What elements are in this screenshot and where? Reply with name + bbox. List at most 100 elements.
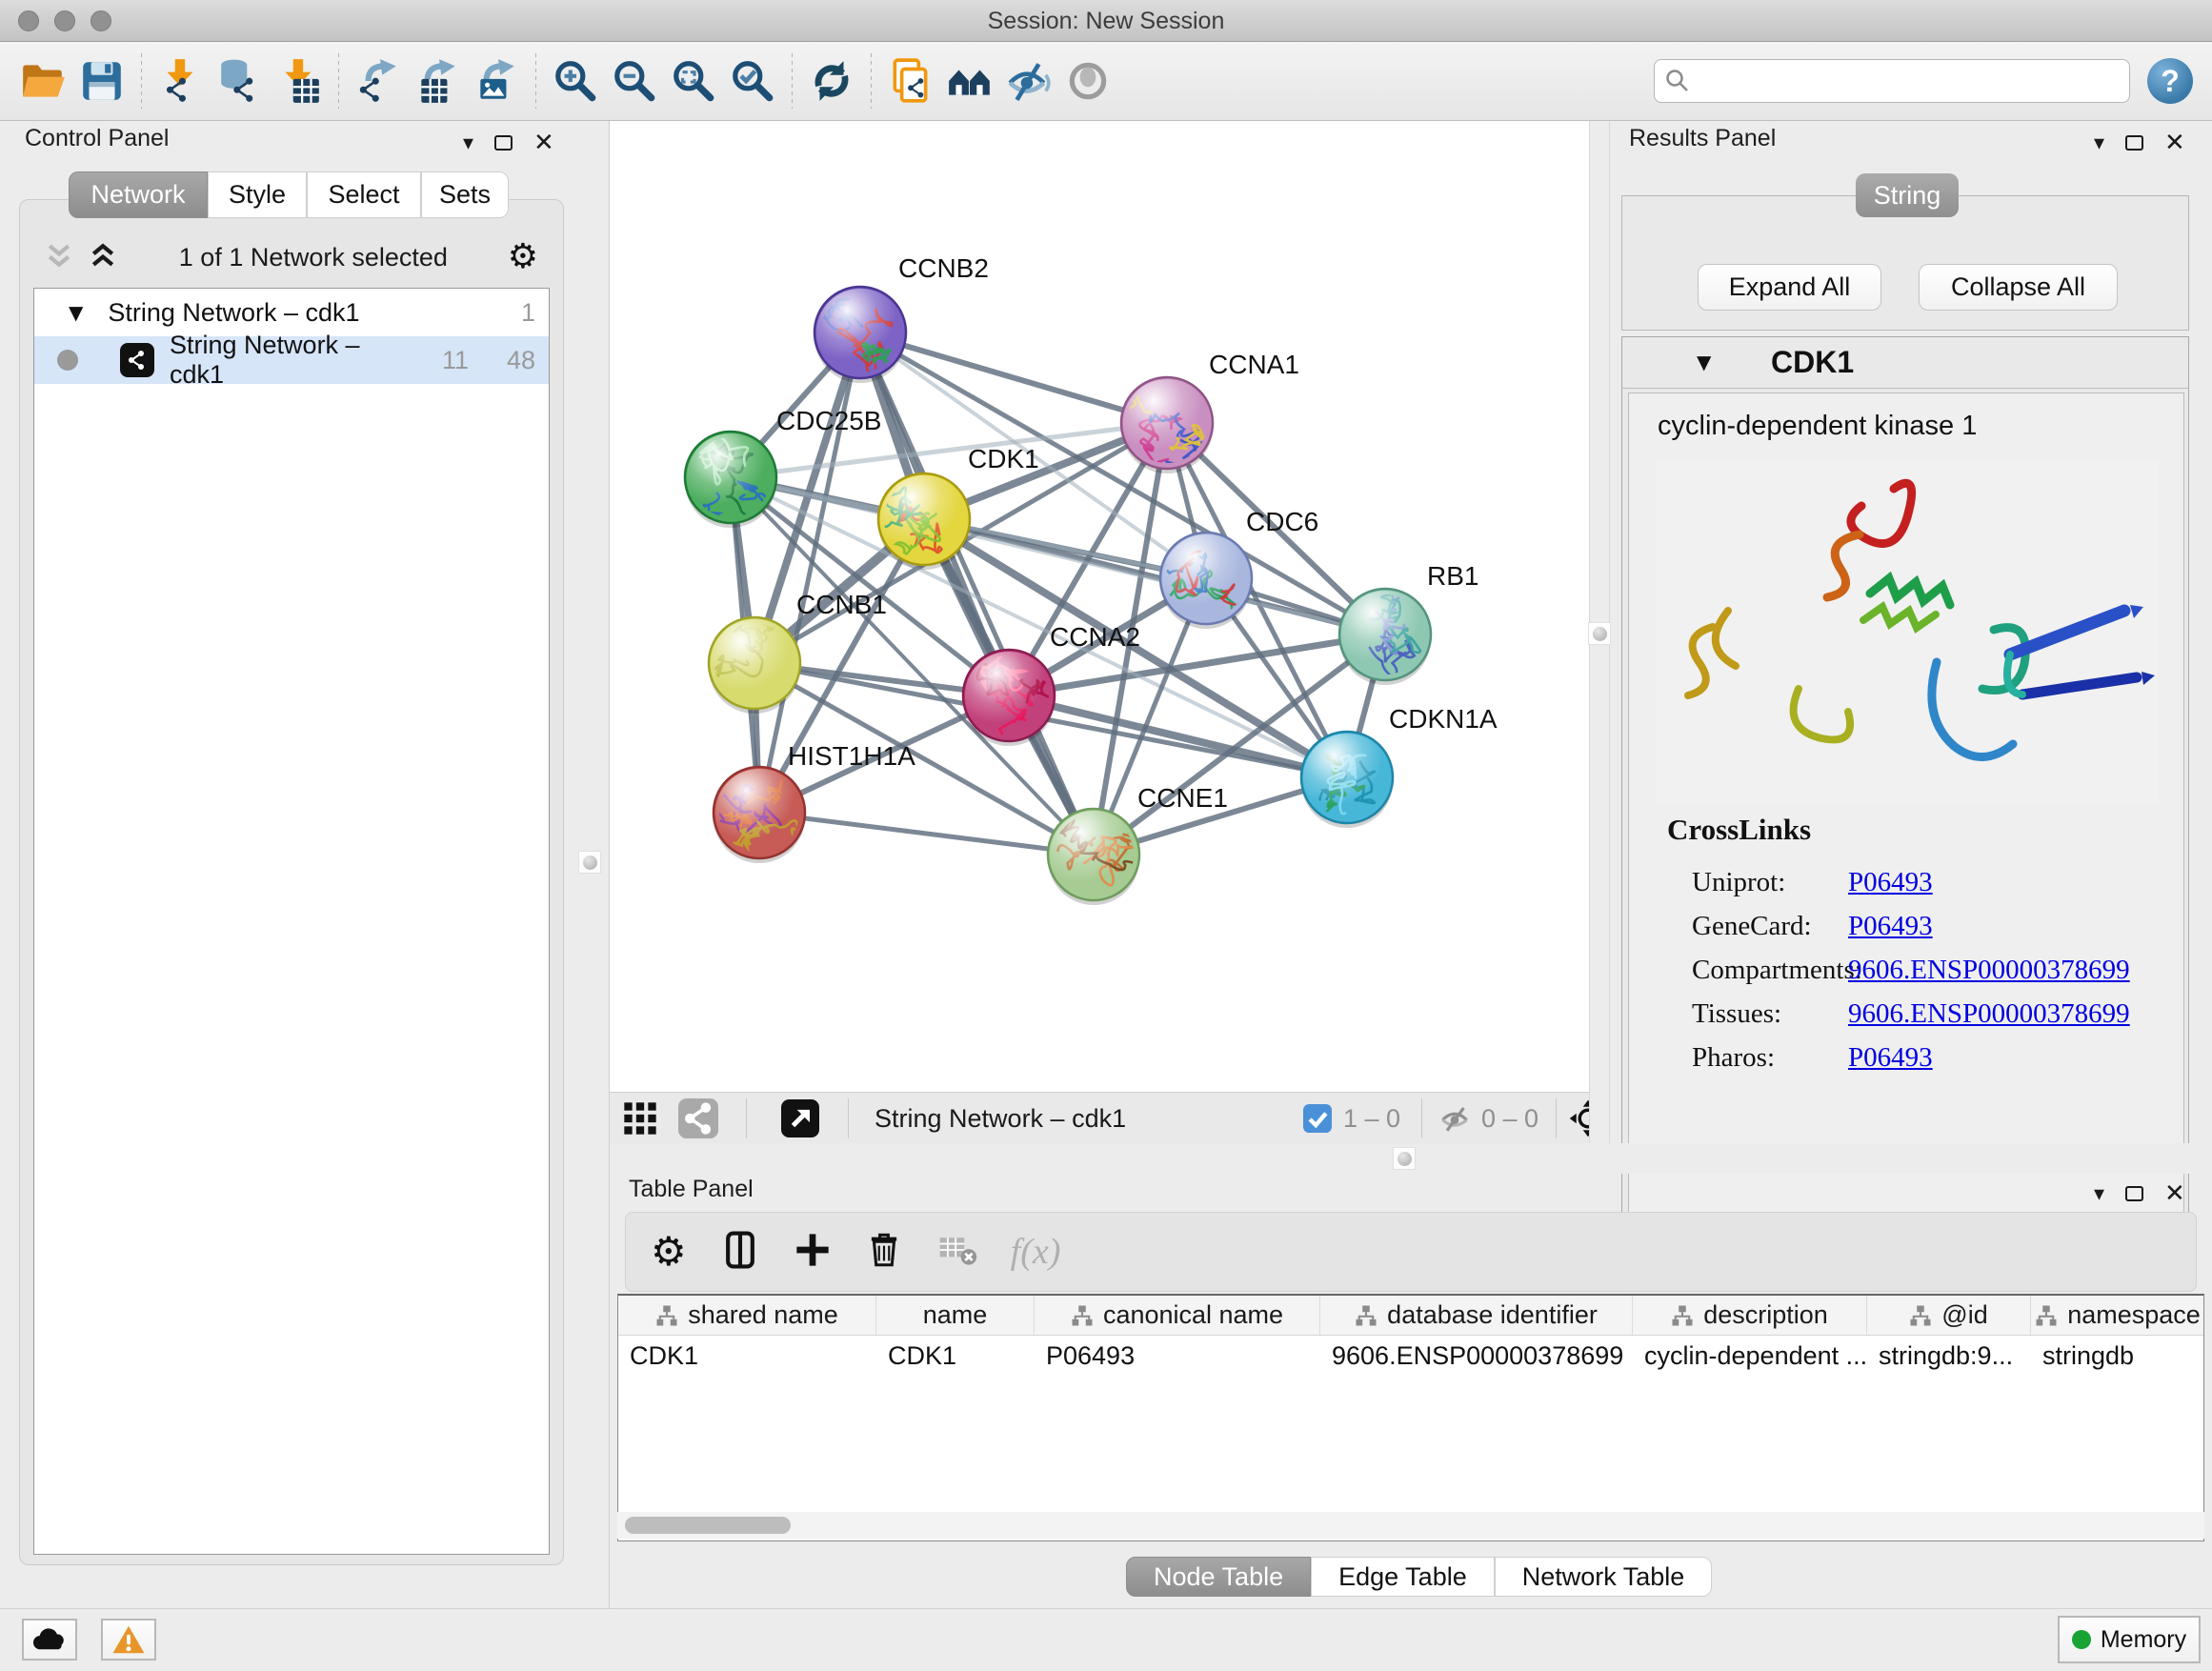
table-row[interactable]: CDK1CDK1P064939606.ENSP00000378699cyclin… — [618, 1336, 2203, 1378]
birdseye-view-icon[interactable] — [781, 1093, 819, 1144]
export-network-button[interactable] — [349, 51, 408, 111]
results-panel-menu-icon[interactable]: ▾ — [2094, 131, 2104, 155]
network-edge[interactable] — [860, 332, 1167, 423]
first-neighbors-button[interactable] — [940, 51, 999, 111]
left-splitter[interactable] — [572, 121, 610, 1608]
tab-network[interactable]: Network — [69, 171, 208, 218]
right-splitter[interactable] — [1589, 121, 1610, 1143]
network-node-ccnb1[interactable] — [709, 596, 800, 714]
tab-select[interactable]: Select — [307, 171, 421, 218]
left-splitter-handle[interactable] — [578, 851, 601, 874]
open-session-button[interactable] — [13, 51, 72, 111]
show-all-button[interactable] — [1058, 51, 1117, 111]
table-cell[interactable]: stringdb:9... — [1867, 1336, 2031, 1378]
zoom-selected-button[interactable] — [723, 51, 782, 111]
network-node-cdc6[interactable] — [1133, 533, 1260, 629]
help-button[interactable]: ? — [2147, 58, 2193, 104]
network-node-cdkn1a[interactable] — [1301, 732, 1393, 840]
collapse-all-tree-icon[interactable] — [43, 243, 75, 272]
node-table[interactable]: shared namenamecanonical namedatabase id… — [617, 1294, 2204, 1541]
table-cell[interactable]: CDK1 — [618, 1336, 876, 1378]
export-image-button[interactable] — [467, 51, 526, 111]
table-panel-close-icon[interactable]: ✕ — [2164, 1179, 2185, 1208]
expand-all-tree-icon[interactable] — [87, 243, 119, 272]
collection-expander-icon[interactable]: ▼ — [69, 301, 83, 324]
hide-selected-button[interactable] — [999, 51, 1058, 111]
tab-string[interactable]: String — [1856, 173, 1959, 217]
network-node-ccna2[interactable] — [963, 650, 1055, 746]
crosslink-link[interactable]: P06493 — [1848, 867, 1933, 898]
zoom-fit-button[interactable] — [664, 51, 723, 111]
tab-edge-table[interactable]: Edge Table — [1311, 1557, 1495, 1597]
network-graph[interactable]: CCNB2CCNA1CDC25BCDK1CDC6RB1CCNB1CCNA2CDK… — [610, 121, 1589, 1092]
control-panel-menu-icon[interactable]: ▾ — [463, 131, 473, 155]
crosslink-link[interactable]: P06493 — [1848, 1042, 1933, 1074]
crosslink-link[interactable]: 9606.ENSP00000378699 — [1848, 955, 2130, 986]
expand-all-button[interactable]: Expand All — [1698, 264, 1881, 311]
network-node-cdc25b[interactable] — [685, 432, 776, 538]
export-table-button[interactable] — [408, 51, 467, 111]
tab-network-table[interactable]: Network Table — [1495, 1557, 1713, 1597]
import-table-from-file-button[interactable] — [270, 51, 329, 111]
new-network-from-selection-button[interactable] — [881, 51, 940, 111]
column-header--id[interactable]: @id — [1867, 1296, 2031, 1335]
tab-style[interactable]: Style — [208, 171, 307, 218]
network-node-ccna1[interactable] — [1113, 377, 1213, 478]
control-panel-float-icon[interactable] — [494, 135, 513, 151]
table-cell[interactable]: stringdb — [2031, 1336, 2204, 1378]
results-panel-close-icon[interactable]: ✕ — [2164, 129, 2185, 157]
table-options-gear-icon[interactable]: ⚙ — [651, 1232, 687, 1272]
column-header-namespace[interactable]: namespace — [2031, 1296, 2204, 1335]
table-cell[interactable]: cyclin-dependent ... — [1633, 1336, 1867, 1378]
table-cell[interactable]: CDK1 — [876, 1336, 1035, 1378]
zoom-out-button[interactable] — [605, 51, 664, 111]
save-session-button[interactable] — [72, 51, 131, 111]
network-row[interactable]: String Network – cdk1 11 48 — [34, 336, 549, 384]
network-node-ccnb2[interactable] — [814, 287, 906, 383]
column-header-shared-name[interactable]: shared name — [618, 1296, 876, 1335]
right-splitter-handle[interactable] — [1588, 622, 1611, 645]
crosslink-link[interactable]: P06493 — [1848, 911, 1933, 942]
show-columns-icon[interactable] — [719, 1229, 761, 1276]
tab-node-table[interactable]: Node Table — [1126, 1557, 1311, 1597]
column-header-name[interactable]: name — [876, 1296, 1035, 1335]
horizontal-splitter[interactable] — [610, 1143, 2212, 1174]
memory-button[interactable]: Memory — [2058, 1616, 2201, 1663]
gene-card-header[interactable]: ▼ CDK1 — [1622, 337, 2188, 389]
column-header-database-identifier[interactable]: database identifier — [1320, 1296, 1633, 1335]
gene-expander-icon[interactable]: ▼ — [1697, 351, 1711, 373]
table-cell[interactable]: P06493 — [1035, 1336, 1320, 1378]
network-options-gear-icon[interactable]: ⚙ — [508, 240, 538, 274]
zoom-in-button[interactable] — [546, 51, 605, 111]
column-header-canonical-name[interactable]: canonical name — [1035, 1296, 1320, 1335]
network-edge[interactable] — [759, 813, 1094, 855]
grid-mode-icon[interactable] — [621, 1093, 659, 1144]
refresh-button[interactable] — [802, 51, 861, 111]
delete-column-trash-icon[interactable] — [864, 1230, 904, 1275]
network-edge[interactable] — [860, 332, 1094, 855]
network-canvas[interactable]: CCNB2CCNA1CDC25BCDK1CDC6RB1CCNB1CCNA2CDK… — [610, 121, 1589, 1092]
column-header-description[interactable]: description — [1633, 1296, 1867, 1335]
search-input[interactable] — [1691, 62, 2120, 100]
table-panel-float-icon[interactable] — [2125, 1186, 2143, 1201]
network-collection-row[interactable]: ▼ String Network – cdk1 1 — [34, 289, 549, 336]
network-node-rb1[interactable] — [1339, 566, 1431, 685]
network-node-cdk1[interactable] — [857, 473, 970, 570]
network-share-icon[interactable] — [678, 1093, 718, 1144]
import-network-from-file-button[interactable] — [151, 51, 211, 111]
table-cell[interactable]: 9606.ENSP00000378699 — [1320, 1336, 1633, 1378]
control-panel-close-icon[interactable]: ✕ — [533, 129, 554, 157]
collapse-all-button[interactable]: Collapse All — [1919, 264, 2118, 311]
table-panel-menu-icon[interactable]: ▾ — [2094, 1182, 2104, 1206]
results-panel-float-icon[interactable] — [2125, 135, 2143, 151]
tab-sets[interactable]: Sets — [421, 171, 509, 218]
import-network-from-database-button[interactable] — [211, 51, 270, 111]
warnings-button[interactable] — [101, 1619, 156, 1661]
cloud-button[interactable] — [22, 1619, 77, 1661]
horizontal-splitter-handle[interactable] — [1393, 1147, 1416, 1170]
search-box[interactable] — [1654, 59, 2130, 103]
scrollbar-thumb[interactable] — [625, 1517, 791, 1534]
table-horizontal-scrollbar[interactable] — [617, 1512, 2204, 1539]
add-column-icon[interactable] — [794, 1231, 832, 1274]
selected-checkbox-icon[interactable] — [1303, 1093, 1332, 1144]
